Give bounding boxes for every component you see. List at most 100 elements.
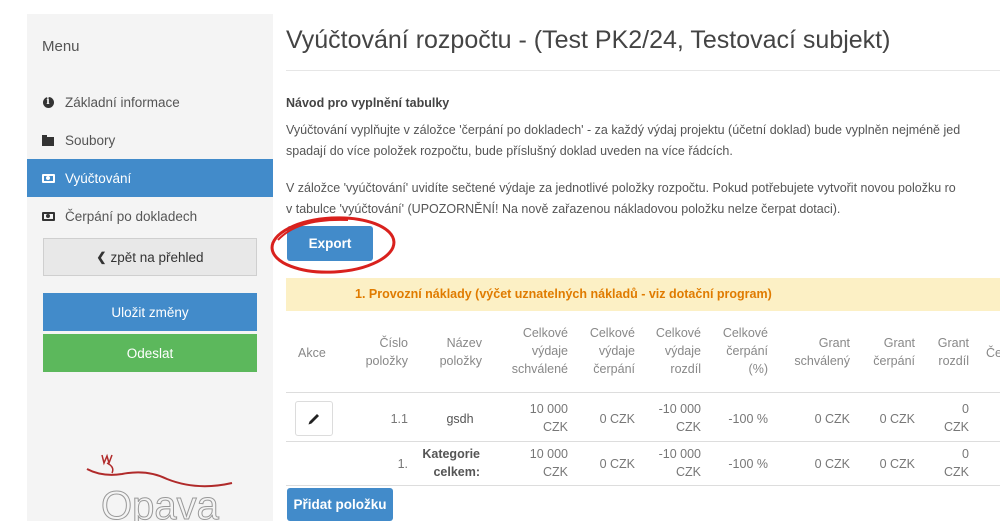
header-nazev: Název položky bbox=[430, 334, 482, 370]
header-line: Grant bbox=[883, 336, 915, 350]
row-rozdil: -10 000 CZK bbox=[646, 400, 701, 436]
header-line: čerpání bbox=[593, 362, 635, 376]
header-line: Celkové bbox=[522, 326, 568, 340]
cell-line: CZK bbox=[676, 420, 701, 434]
header-line: (%) bbox=[748, 362, 768, 376]
header-line: rozdíl bbox=[670, 362, 701, 376]
row-cerpani: 0 CZK bbox=[599, 412, 635, 426]
page-title: Vyúčtování rozpočtu - (Test PK2/24, Test… bbox=[286, 26, 891, 54]
category-header: 1. Provozní náklady (výčet uznatelných n… bbox=[286, 278, 1000, 311]
total-grant-rozdil: 0 CZK bbox=[925, 445, 969, 481]
header-line: Celkové bbox=[722, 326, 768, 340]
send-button[interactable]: Odeslat bbox=[43, 334, 257, 372]
header-vydaje-rozdil: Celkové výdaje rozdíl bbox=[646, 324, 701, 378]
folder-icon bbox=[41, 133, 55, 147]
cell-line: celkem: bbox=[433, 465, 480, 479]
opava-logo: Opava bbox=[86, 453, 233, 521]
cell-line: CZK bbox=[543, 420, 568, 434]
header-line: schválené bbox=[511, 362, 568, 376]
header-line: položky bbox=[439, 354, 482, 368]
instructions-paragraph-2: V záložce 'vyúčtování' uvidíte sečtené v… bbox=[286, 178, 956, 220]
header-line: čerpání bbox=[726, 344, 768, 358]
instructions-line: Vyúčtování vyplňujte v záložce 'čerpání … bbox=[286, 123, 961, 137]
header-line: Číslo bbox=[379, 336, 408, 350]
sidebar-item-soubory[interactable]: Soubory bbox=[27, 121, 273, 159]
cell-line: -10 000 bbox=[658, 447, 701, 461]
header-grant-schvaleny: Grant schválený bbox=[778, 334, 850, 370]
save-changes-button[interactable]: Uložit změny bbox=[43, 293, 257, 331]
total-cerpani: 0 CZK bbox=[599, 457, 635, 471]
header-cerpani-pct: Celkové čerpání (%) bbox=[712, 324, 768, 378]
row-schvalene: 10 000 CZK bbox=[510, 400, 568, 436]
export-button[interactable]: Export bbox=[287, 226, 373, 261]
cell-line: Kategorie bbox=[422, 447, 480, 461]
header-line: výdaje bbox=[531, 344, 568, 358]
sidebar-item-label: Základní informace bbox=[65, 94, 180, 110]
cell-line: 10 000 bbox=[529, 447, 568, 461]
menu-title: Menu bbox=[42, 38, 80, 55]
header-line: čerpání bbox=[873, 354, 915, 368]
sidebar-item-label: Soubory bbox=[65, 132, 116, 148]
instructions-paragraph-1: Vyúčtování vyplňujte v záložce 'čerpání … bbox=[286, 120, 960, 162]
header-grant-rozdil: Grant rozdíl bbox=[925, 334, 969, 370]
cell-line: CZK bbox=[944, 465, 969, 479]
row-grant-cerpani: 0 CZK bbox=[879, 412, 915, 426]
sidebar-item-label: Vyúčtování bbox=[65, 170, 132, 186]
header-line: Celkové bbox=[655, 326, 701, 340]
header-line: výdaje bbox=[598, 344, 635, 358]
header-line: položky bbox=[365, 354, 408, 368]
instructions-heading: Návod pro vyplnění tabulky bbox=[286, 96, 450, 110]
cell-line: CZK bbox=[944, 420, 969, 434]
header-vydaje-cerpani: Celkové výdaje čerpání bbox=[580, 324, 635, 378]
table-divider bbox=[286, 441, 1000, 442]
header-line: Název bbox=[446, 336, 482, 350]
table-divider bbox=[286, 485, 1000, 486]
header-vydaje-schvalene: Celkové výdaje schválené bbox=[500, 324, 568, 378]
sidebar-item-label: Čerpání po dokladech bbox=[65, 208, 198, 224]
row-grant-schvaleny: 0 CZK bbox=[814, 412, 850, 426]
header-line: rozdíl bbox=[938, 354, 969, 368]
header-cislo: Číslo položky bbox=[356, 334, 408, 370]
header-line: schválený bbox=[794, 354, 850, 368]
money-icon bbox=[41, 171, 55, 185]
money-icon bbox=[41, 209, 55, 223]
total-grant-schvaleny: 0 CZK bbox=[814, 457, 850, 471]
back-label: zpět na přehled bbox=[110, 249, 204, 265]
row-nazev: gsdh bbox=[446, 412, 474, 426]
instructions-line: V záložce 'vyúčtování' uvidíte sečtené v… bbox=[286, 181, 956, 195]
total-grant-cerpani: 0 CZK bbox=[879, 457, 915, 471]
cell-line: 10 000 bbox=[529, 402, 568, 416]
svg-text:Opava: Opava bbox=[101, 484, 220, 521]
total-rozdil: -10 000 CZK bbox=[646, 445, 701, 481]
total-schvalene: 10 000 CZK bbox=[510, 445, 568, 481]
sidebar: Menu i Základní informace Soubory Vyúčto… bbox=[27, 14, 273, 521]
chevron-left-icon: ❮ bbox=[96, 250, 107, 264]
info-circle-icon: i bbox=[41, 95, 55, 109]
row-cislo: 1.1 bbox=[390, 412, 408, 426]
instructions-line: spadají do více položek rozpočtu, bude p… bbox=[286, 144, 733, 158]
sidebar-item-vyuctovani[interactable]: Vyúčtování bbox=[27, 159, 273, 197]
cell-line: CZK bbox=[676, 465, 701, 479]
sidebar-item-zakladni-informace[interactable]: i Základní informace bbox=[27, 83, 273, 121]
pencil-icon bbox=[308, 413, 319, 424]
total-pct: -100 % bbox=[728, 457, 768, 471]
add-item-button[interactable]: Přidat položku bbox=[287, 488, 393, 521]
table-divider bbox=[286, 392, 1000, 393]
cell-line: 0 bbox=[962, 402, 969, 416]
sidebar-item-cerpani-po-dokladech[interactable]: Čerpání po dokladech bbox=[27, 197, 273, 235]
row-pct: -100 % bbox=[728, 412, 768, 426]
instructions-line: v tabulce 'vyúčtování' (UPOZORNĚNÍ! Na n… bbox=[286, 202, 841, 216]
cell-line: -10 000 bbox=[658, 402, 701, 416]
cell-line: 0 bbox=[962, 447, 969, 461]
total-nazev: Kategorie celkem: bbox=[420, 445, 480, 481]
header-line: Celkové bbox=[589, 326, 635, 340]
total-cislo: 1. bbox=[397, 457, 408, 471]
category-title: 1. Provozní náklady (výčet uznatelných n… bbox=[355, 287, 772, 301]
title-divider bbox=[286, 70, 1000, 71]
header-akce: Akce bbox=[298, 346, 326, 360]
header-line: Grant bbox=[818, 336, 850, 350]
edit-row-button[interactable] bbox=[295, 401, 333, 436]
header-line: výdaje bbox=[664, 344, 701, 358]
back-to-overview-button[interactable]: ❮ zpět na přehled bbox=[43, 238, 257, 276]
cell-line: CZK bbox=[543, 465, 568, 479]
